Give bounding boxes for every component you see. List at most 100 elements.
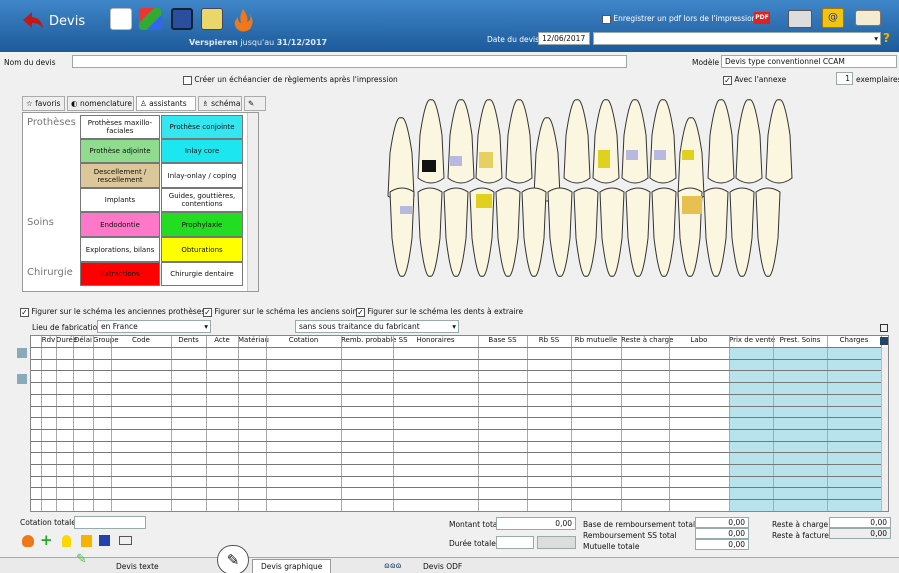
upper-tooth[interactable] (707, 99, 735, 184)
column-header[interactable]: Honoraires (393, 336, 478, 347)
upper-tooth[interactable] (563, 99, 591, 184)
cube-icon[interactable] (139, 8, 161, 30)
column-header[interactable]: Labo (669, 336, 729, 347)
option-dents-extraire[interactable]: ✓ Figurer sur le schéma les dents à extr… (356, 307, 523, 317)
delete-icon[interactable] (880, 337, 888, 345)
date-dropdown[interactable]: ▾ (593, 32, 881, 45)
table-row[interactable] (31, 417, 881, 419)
lower-tooth[interactable] (703, 187, 729, 277)
plug-icon[interactable] (119, 536, 132, 545)
table-row[interactable] (31, 393, 881, 395)
panel-scrollbar[interactable] (247, 113, 258, 291)
annexe-checkbox[interactable]: ✓ (723, 75, 732, 85)
move-up-icon[interactable] (17, 348, 27, 358)
copies-input[interactable]: 1 (836, 72, 853, 85)
column-header[interactable]: Charges (827, 336, 881, 347)
add-icon[interactable]: + (40, 533, 53, 548)
dents-extraire-checkbox[interactable]: ✓ (356, 307, 365, 317)
column-header[interactable]: Rdv (41, 336, 56, 347)
assistant-button[interactable]: Chirurgie dentaire (161, 262, 243, 286)
lower-tooth[interactable] (729, 187, 755, 277)
table-row[interactable] (31, 452, 881, 454)
lower-tooth[interactable] (521, 187, 547, 277)
pdf-checkbox[interactable]: ✓ (602, 14, 611, 24)
column-header[interactable]: Rb mutuelle (571, 336, 621, 347)
column-header[interactable]: Reste à charge (621, 336, 673, 347)
table-row[interactable] (31, 510, 881, 511)
assistant-button[interactable]: Endodontie (80, 212, 160, 237)
assistant-button[interactable]: Obturations (161, 237, 243, 262)
tools-icon[interactable]: ✎ (244, 96, 266, 111)
column-header[interactable]: Cotation (266, 336, 341, 347)
assistant-button[interactable]: Prothèses maxillo-faciales (80, 115, 160, 139)
assistant-button[interactable]: Inlay-onlay / coping (161, 163, 243, 188)
dental-chart[interactable] (378, 88, 798, 286)
move-down-icon[interactable] (17, 374, 27, 384)
tab-assistants[interactable]: ♙ assistants (136, 96, 196, 111)
upper-tooth[interactable] (592, 99, 620, 184)
table-row[interactable] (31, 475, 881, 477)
date-field[interactable]: 12/06/2017 (538, 32, 590, 45)
echeancier-option[interactable]: Créer un échéancier de règlements après … (183, 75, 398, 85)
upper-tooth[interactable] (735, 99, 763, 184)
table-row[interactable] (31, 464, 881, 465)
pdf-option[interactable]: ✓ Enregistrer un pdf lors de l'impressio… (602, 14, 756, 24)
back-arrow-icon[interactable] (22, 10, 44, 30)
pdf-icon[interactable]: PDF (754, 12, 770, 24)
lower-tooth[interactable] (389, 187, 415, 277)
tab-devis-texte[interactable]: Devis texte (116, 562, 159, 571)
assistant-button[interactable]: Explorations, bilans (80, 237, 160, 262)
table-row[interactable] (31, 405, 881, 407)
assistant-button[interactable]: Prothèse conjointe (161, 115, 243, 139)
lower-tooth[interactable] (651, 187, 677, 277)
lower-tooth[interactable] (495, 187, 521, 277)
anciens-soins-checkbox[interactable]: ✓ (203, 307, 212, 317)
column-header[interactable]: Prix de vente (729, 336, 775, 347)
tab-nomenclature[interactable]: ◐ nomenclature (67, 96, 134, 111)
lower-tooth[interactable] (625, 187, 651, 277)
table-row[interactable] (31, 382, 881, 384)
column-header[interactable]: Prest. Soins (773, 336, 827, 347)
table-row[interactable] (31, 440, 881, 442)
column-header[interactable]: Délai (73, 336, 93, 347)
column-header[interactable]: Base SS (478, 336, 527, 347)
column-header[interactable]: Code (111, 336, 171, 347)
name-input[interactable] (72, 55, 627, 68)
assistant-button[interactable]: Inlay core (161, 139, 243, 163)
lower-tooth[interactable] (443, 187, 469, 277)
tab-schema[interactable]: ♗ schéma (198, 96, 242, 111)
column-header[interactable]: Rb SS (527, 336, 571, 347)
column-header[interactable]: Dents (171, 336, 206, 347)
upper-tooth[interactable] (765, 99, 793, 184)
upper-tooth[interactable] (505, 99, 533, 184)
edit-icon[interactable] (201, 8, 223, 30)
lower-tooth[interactable] (417, 187, 443, 277)
assistant-button[interactable]: Descellement / rescellement (80, 163, 160, 188)
table-row[interactable] (31, 370, 881, 372)
traitance-select[interactable]: sans sous traitance du fabricant ▾ (295, 320, 459, 333)
option-anciennes-protheses[interactable]: ✓ Figurer sur le schéma les anciennes pr… (20, 307, 205, 317)
column-header[interactable]: Matériau (238, 336, 269, 347)
minimize-icon[interactable] (880, 324, 888, 332)
table-scrollbar[interactable] (881, 347, 888, 511)
help-icon[interactable]: ? (883, 31, 890, 45)
upper-tooth[interactable] (447, 99, 475, 184)
assistant-button[interactable]: Implants (80, 188, 160, 212)
fire-small-icon[interactable] (22, 535, 34, 547)
column-header[interactable]: Remb. probable SS (341, 336, 408, 347)
save-icon[interactable] (171, 8, 193, 30)
column-header[interactable]: Durée (56, 336, 77, 347)
lower-tooth[interactable] (599, 187, 625, 277)
assistant-button[interactable]: Prothèse adjointe (80, 139, 160, 163)
modele-select[interactable]: Devis type conventionnel CCAM (721, 55, 897, 68)
lower-tooth[interactable] (755, 187, 781, 277)
lower-tooth[interactable] (573, 187, 599, 277)
tab-favoris[interactable]: ☆ favoris (22, 96, 65, 111)
tab-devis-odf[interactable]: Devis ODF (423, 562, 462, 571)
upper-tooth[interactable] (621, 99, 649, 184)
grid-icon[interactable] (99, 535, 110, 546)
assistant-button[interactable]: Guides, gouttières, contentions (161, 188, 243, 212)
upper-tooth[interactable] (475, 99, 503, 184)
book-icon[interactable] (855, 10, 881, 26)
annexe-option[interactable]: ✓ Avec l'annexe (723, 75, 786, 85)
